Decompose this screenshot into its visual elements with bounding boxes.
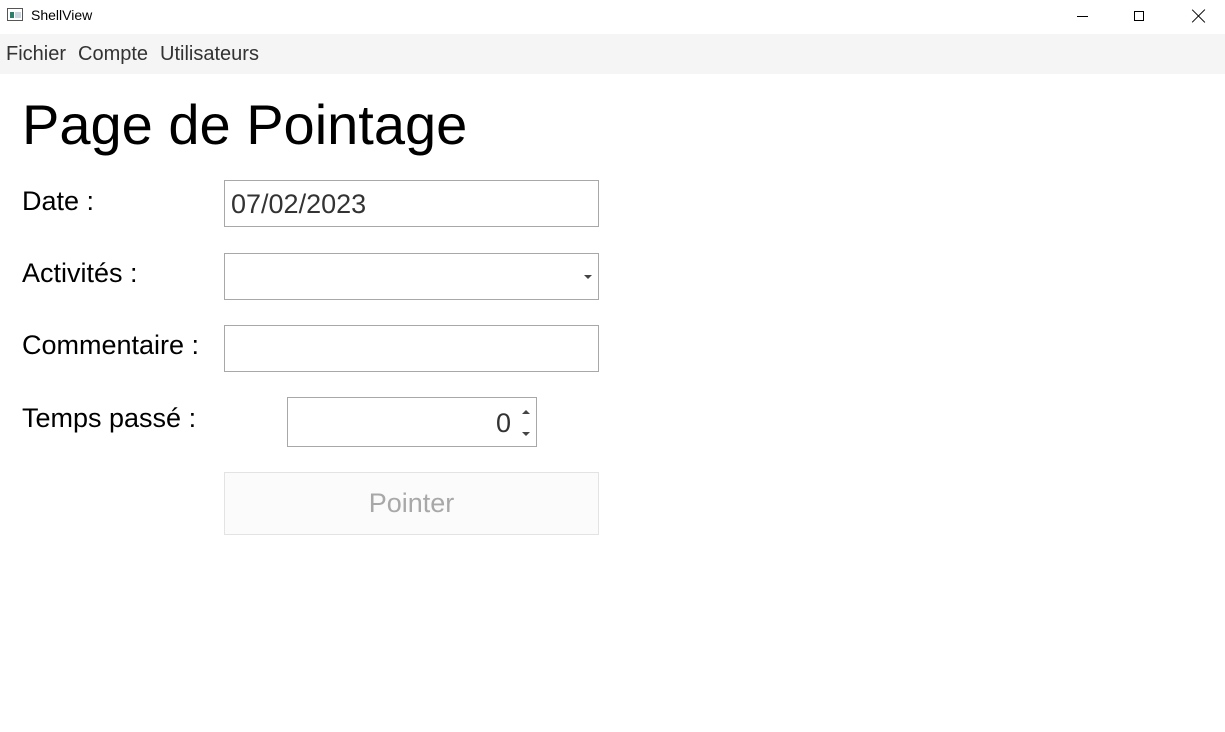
date-label: Date : [22, 186, 95, 216]
close-icon [1192, 9, 1206, 23]
activities-combobox[interactable] [224, 253, 599, 300]
menu-bar: Fichier Compte Utilisateurs [0, 34, 1225, 74]
minimize-icon [1076, 15, 1088, 17]
date-picker[interactable]: 07/02/2023 [224, 180, 599, 227]
maximize-button[interactable] [1116, 0, 1162, 32]
menu-item-fichier[interactable]: Fichier [0, 34, 72, 74]
maximize-icon [1134, 11, 1144, 21]
menu-item-compte[interactable]: Compte [72, 34, 154, 74]
comment-label: Commentaire : [22, 330, 200, 360]
date-value[interactable]: 07/02/2023 [231, 189, 366, 220]
pointer-button[interactable]: Pointer [224, 472, 599, 535]
chevron-down-icon[interactable] [584, 275, 592, 279]
title-bar: ShellView [0, 0, 1225, 32]
comment-field[interactable] [224, 325, 599, 372]
page-title: Page de Pointage [22, 93, 468, 156]
time-stepper[interactable]: 0 [287, 397, 537, 447]
app-window-icon [7, 8, 23, 21]
menu-item-utilisateurs[interactable]: Utilisateurs [154, 34, 265, 74]
time-label: Temps passé : [22, 403, 197, 433]
activities-label: Activités : [22, 258, 138, 288]
close-button[interactable] [1176, 0, 1222, 32]
increment-arrow-icon[interactable] [522, 410, 530, 414]
time-value[interactable]: 0 [496, 408, 511, 439]
window-title: ShellView [31, 7, 93, 23]
decrement-arrow-icon[interactable] [522, 432, 530, 436]
minimize-button[interactable] [1059, 0, 1105, 32]
